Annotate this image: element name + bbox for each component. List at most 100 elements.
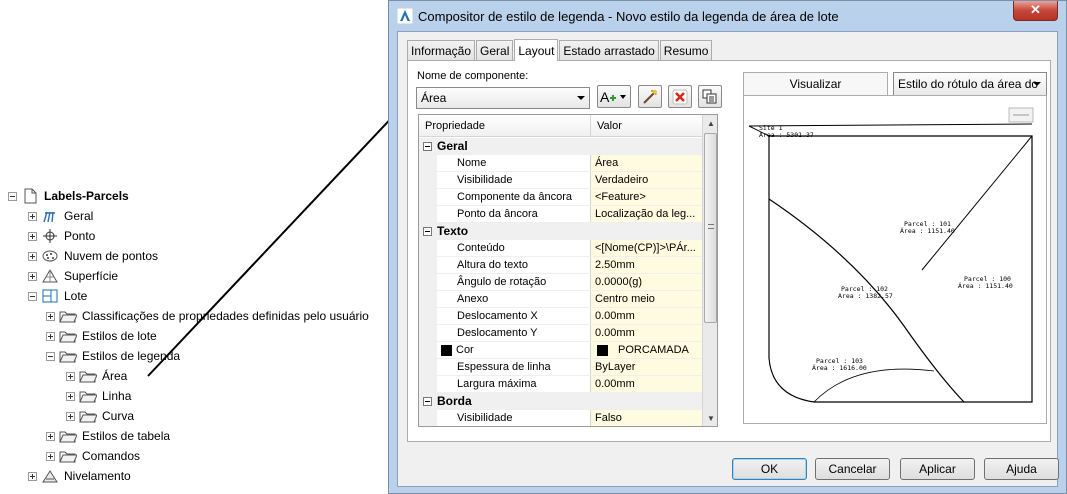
tree-item[interactable]: Estilos de tabela: [46, 426, 170, 446]
title-bar[interactable]: Compositor de estilo de legenda - Novo e…: [389, 1, 1066, 31]
cancel-button[interactable]: Cancelar: [815, 458, 890, 480]
property-value[interactable]: Verdadeiro: [591, 172, 702, 188]
tree-item[interactable]: Geral: [28, 206, 93, 226]
tree-item[interactable]: Nuvem de pontos: [28, 246, 158, 266]
help-button[interactable]: Ajuda: [984, 458, 1059, 480]
property-value[interactable]: <Feature>: [591, 189, 702, 205]
grid-property-row[interactable]: Ângulo de rotação 0.0000(g): [419, 274, 702, 291]
preview-style-select[interactable]: Estilo do rótulo da área do: [893, 72, 1047, 96]
grid-property-row[interactable]: Anexo Centro meio: [419, 291, 702, 308]
expand-icon[interactable]: [28, 251, 37, 261]
property-name: Ângulo de rotação: [437, 274, 591, 290]
copy-component-button[interactable]: [638, 85, 662, 108]
scroll-thumb[interactable]: [704, 133, 717, 323]
collapse-icon[interactable]: [423, 396, 432, 406]
chevron-down-icon: [1033, 82, 1041, 86]
property-value[interactable]: Centro meio: [591, 291, 702, 307]
grid-property-row[interactable]: Ponto da âncora Localização da leg...: [419, 206, 702, 223]
tree-item[interactable]: Labels-Parcels: [8, 186, 129, 206]
tree-item[interactable]: Comandos: [46, 446, 140, 466]
grid-property-row[interactable]: Altura do texto 2.50mm: [419, 257, 702, 274]
grid-property-row[interactable]: Componente da âncora <Feature>: [419, 189, 702, 206]
grid-property-row[interactable]: Deslocamento Y 0.00mm: [419, 325, 702, 342]
collapse-icon[interactable]: [423, 141, 432, 151]
property-value[interactable]: 0.00mm: [591, 325, 702, 341]
expand-icon[interactable]: [46, 431, 55, 441]
property-value[interactable]: 0.0000(g): [591, 274, 702, 290]
tree-item-label: Ponto: [64, 229, 96, 243]
grid-scrollbar[interactable]: ▲ ▼: [702, 115, 717, 426]
scroll-up-arrow-icon[interactable]: ▲: [703, 115, 717, 131]
site-boundary: [768, 135, 1033, 403]
grid-category-row[interactable]: Texto: [419, 223, 702, 240]
grid-property-row[interactable]: Conteúdo <[Nome(CP)]>\PÁr...: [419, 240, 702, 257]
grid-category-label: Borda: [437, 393, 472, 408]
tree-item-label: Comandos: [82, 449, 141, 463]
tree-item-label: Área: [102, 369, 128, 383]
expand-icon[interactable]: [28, 471, 37, 481]
property-value[interactable]: <[Nome(CP)]>\PÁr...: [591, 240, 702, 256]
grid-property-row[interactable]: Espessura de linha ByLayer: [419, 359, 702, 376]
tab-informacao[interactable]: Informação: [407, 40, 476, 60]
grid-category-row[interactable]: Borda: [419, 393, 702, 410]
property-value[interactable]: 0.00mm: [591, 308, 702, 324]
expand-icon[interactable]: [46, 331, 55, 341]
property-value[interactable]: Área: [591, 155, 702, 171]
column-header-property[interactable]: Propriedade: [419, 115, 591, 136]
grid-category[interactable]: Borda: [419, 393, 472, 409]
expand-icon[interactable]: [28, 231, 37, 241]
tree-item[interactable]: Lote: [28, 286, 87, 306]
preview-canvas[interactable]: Site 1 Area : 5301.37 Parcel : 101 Área : 1…: [743, 95, 1047, 424]
grid-property-row[interactable]: Visibilidade Falso: [419, 410, 702, 426]
grid-property-row[interactable]: Cor PORCAMADA: [419, 342, 702, 359]
property-name-label: Altura do texto: [457, 258, 528, 271]
grid-property-row[interactable]: Largura máxima 0.00mm: [419, 376, 702, 393]
scroll-down-arrow-icon[interactable]: ▼: [703, 410, 717, 426]
column-header-value[interactable]: Valor: [591, 115, 701, 136]
tab-geral[interactable]: Geral: [476, 40, 514, 60]
tab-resumo[interactable]: Resumo: [659, 40, 713, 60]
tab-estado-arrastado[interactable]: Estado arrastado: [559, 40, 659, 60]
property-value[interactable]: 0.00mm: [591, 376, 702, 392]
tree-item[interactable]: Área: [66, 366, 127, 386]
delete-component-button[interactable]: [668, 85, 692, 108]
expand-icon[interactable]: [66, 411, 75, 421]
ok-button[interactable]: OK: [732, 458, 807, 480]
expand-icon[interactable]: [66, 371, 75, 381]
grid-property-row[interactable]: Visibilidade Verdadeiro: [419, 172, 702, 189]
tree-item[interactable]: Curva: [66, 406, 134, 426]
component-name-select[interactable]: Área: [416, 87, 590, 109]
expand-icon[interactable]: [66, 391, 75, 401]
property-value[interactable]: ByLayer: [591, 359, 702, 375]
expand-icon[interactable]: [28, 211, 37, 221]
property-value[interactable]: 2.50mm: [591, 257, 702, 273]
tree-item[interactable]: Estilos de legenda: [46, 346, 180, 366]
property-value[interactable]: Falso: [591, 410, 702, 426]
expand-icon[interactable]: [46, 451, 55, 461]
collapse-icon[interactable]: [423, 226, 432, 236]
collapse-icon[interactable]: [8, 191, 17, 201]
collapse-icon[interactable]: [46, 351, 55, 361]
property-value[interactable]: Localização da leg...: [591, 206, 702, 222]
expand-icon[interactable]: [46, 311, 55, 321]
tree-item[interactable]: Nivelamento: [28, 466, 131, 486]
tree-item[interactable]: Classificações de propriedades definidas…: [46, 306, 369, 326]
expand-icon[interactable]: [28, 271, 37, 281]
component-draw-order-button[interactable]: [698, 85, 722, 108]
collapse-icon[interactable]: [28, 291, 37, 301]
tree-item[interactable]: Ponto: [28, 226, 95, 246]
apply-button[interactable]: Aplicar: [900, 458, 975, 480]
create-text-component-button[interactable]: A: [597, 85, 631, 108]
property-value[interactable]: PORCAMADA: [591, 342, 702, 358]
tab-layout[interactable]: Layout: [514, 39, 559, 61]
grid-category-row[interactable]: Geral: [419, 138, 702, 155]
tree-item[interactable]: Linha: [66, 386, 131, 406]
tree-item[interactable]: Superfície: [28, 266, 118, 286]
grid-property-row[interactable]: Deslocamento X 0.00mm: [419, 308, 702, 325]
tree-item[interactable]: Estilos de lote: [46, 326, 157, 346]
grid-category[interactable]: Texto: [419, 223, 468, 239]
grid-category[interactable]: Geral: [419, 138, 468, 154]
close-button[interactable]: ✕: [1013, 1, 1058, 21]
grid-property-row[interactable]: Nome Área: [419, 155, 702, 172]
tree-item-label: Curva: [102, 409, 135, 423]
